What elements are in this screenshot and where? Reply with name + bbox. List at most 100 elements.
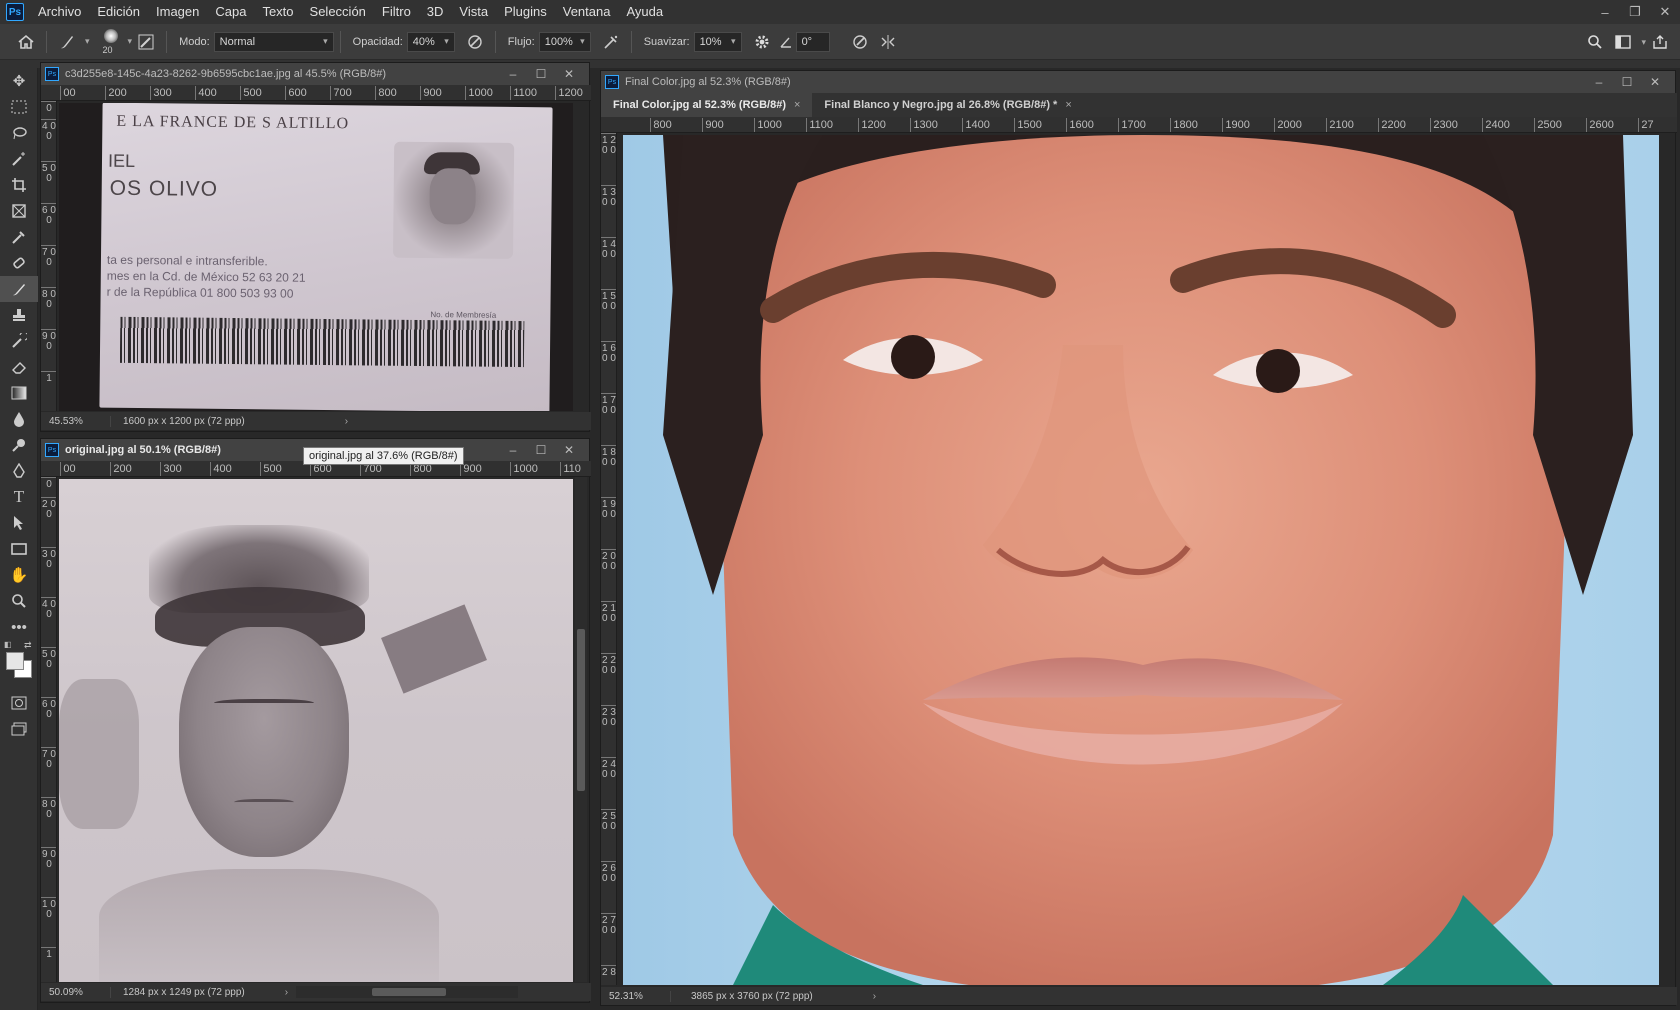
pressure-size-icon[interactable] (846, 28, 874, 56)
tab-final-bw[interactable]: Final Blanco y Negro.jpg al 26.8% (RGB/8… (812, 93, 1083, 117)
menu-imagen[interactable]: Imagen (148, 0, 207, 24)
path-selection-icon[interactable] (0, 510, 38, 536)
maximize-button[interactable]: ☐ (1613, 71, 1641, 93)
zoom-level[interactable]: 45.53% (41, 415, 111, 427)
minimize-button[interactable]: – (499, 63, 527, 85)
menu-seleccion[interactable]: Selección (302, 0, 374, 24)
scrollbar-thumb[interactable] (577, 629, 585, 791)
document-canvas[interactable] (623, 135, 1659, 985)
lasso-icon[interactable] (0, 120, 38, 146)
ruler-tick: 1400 (962, 118, 1014, 132)
ruler-tick: 27 (1638, 118, 1664, 132)
minimize-button[interactable]: – (1590, 0, 1620, 24)
menu-plugins[interactable]: Plugins (496, 0, 555, 24)
type-icon[interactable]: T (0, 484, 38, 510)
minimize-button[interactable]: – (1585, 71, 1613, 93)
menu-filtro[interactable]: Filtro (374, 0, 419, 24)
close-button[interactable]: ✕ (1641, 71, 1669, 93)
default-colors-icon[interactable]: ◧ (4, 640, 12, 649)
chevron-down-icon[interactable]: ▾ (85, 36, 90, 47)
tab-final-color[interactable]: Final Color.jpg al 52.3% (RGB/8#) × (601, 93, 813, 117)
home-icon[interactable] (12, 28, 40, 56)
swap-colors-icon[interactable]: ⇄ (24, 640, 32, 651)
menu-ventana[interactable]: Ventana (555, 0, 619, 24)
symmetry-icon[interactable] (874, 28, 902, 56)
separator (46, 30, 47, 53)
screen-mode-icon[interactable] (0, 716, 38, 742)
close-button[interactable]: ✕ (1650, 0, 1680, 24)
zoom-level[interactable]: 52.31% (601, 990, 671, 1002)
close-tab-icon[interactable]: × (794, 99, 800, 111)
tab-label: Final Blanco y Negro.jpg al 26.8% (RGB/8… (824, 99, 1058, 111)
clone-stamp-icon[interactable] (0, 302, 38, 328)
brush-icon[interactable] (53, 28, 81, 56)
restore-button[interactable]: ❐ (1620, 0, 1650, 24)
gradient-icon[interactable] (0, 380, 38, 406)
rectangle-icon[interactable] (0, 536, 38, 562)
more-icon[interactable]: ••• (0, 614, 38, 640)
ruler-tick: 2 7 0 0 (601, 913, 616, 965)
menu-edicion[interactable]: Edición (89, 0, 148, 24)
zoom-level[interactable]: 50.09% (41, 986, 111, 998)
ruler-tick: 7 0 0 (41, 245, 56, 287)
maximize-button[interactable]: ☐ (527, 439, 555, 461)
separator (630, 30, 632, 53)
healing-brush-icon[interactable] (0, 250, 38, 276)
close-tab-icon[interactable]: × (1065, 99, 1071, 111)
menu-vista[interactable]: Vista (451, 0, 496, 24)
ruler-tick: 400 (195, 86, 240, 100)
brush-settings-icon[interactable] (132, 28, 160, 56)
menu-capa[interactable]: Capa (207, 0, 254, 24)
document-title-bar[interactable]: Ps Final Color.jpg al 52.3% (RGB/8#) – ☐… (601, 71, 1675, 93)
foreground-color[interactable] (6, 652, 24, 670)
history-brush-icon[interactable] (0, 328, 38, 354)
crop-icon[interactable] (0, 172, 38, 198)
frame-icon[interactable] (0, 198, 38, 224)
chevron-right-icon[interactable]: › (873, 991, 876, 1002)
mode-select[interactable]: Normal ▾ (213, 31, 334, 52)
close-button[interactable]: ✕ (555, 439, 583, 461)
brush-tool-icon[interactable] (0, 276, 38, 302)
pressure-opacity-icon[interactable] (461, 28, 489, 56)
ruler-tick: 00 (60, 462, 110, 476)
eyedropper-icon[interactable] (0, 224, 38, 250)
zoom-icon[interactable] (0, 588, 38, 614)
blur-icon[interactable] (0, 406, 38, 432)
move-icon[interactable]: ✥ (0, 68, 38, 94)
maximize-button[interactable]: ☐ (527, 63, 555, 85)
chevron-right-icon[interactable]: › (285, 987, 288, 998)
menu-ayuda[interactable]: Ayuda (618, 0, 671, 24)
smoothing-input[interactable]: 10% ▾ (693, 31, 742, 52)
magic-wand-icon[interactable] (0, 146, 38, 172)
horizontal-scrollbar[interactable] (296, 986, 519, 998)
menu-archivo[interactable]: Archivo (30, 0, 89, 24)
scrollbar-thumb[interactable] (372, 988, 447, 996)
quick-mask-icon[interactable] (0, 690, 38, 716)
chevron-right-icon[interactable]: › (345, 416, 348, 427)
hand-icon[interactable]: ✋ (0, 562, 38, 588)
gear-icon[interactable] (748, 28, 776, 56)
marquee-icon[interactable] (0, 94, 38, 120)
document-canvas[interactable]: E LA FRANCE DE S ALTILLO IEL OS OLIVO ta… (59, 103, 573, 411)
share-icon[interactable] (1646, 28, 1674, 56)
document-title-bar[interactable]: Ps c3d255e8-145c-4a23-8262-9b6595cbc1ae.… (41, 63, 589, 85)
dodge-icon[interactable] (0, 432, 38, 458)
menu-texto[interactable]: Texto (254, 0, 301, 24)
color-swatches[interactable]: ◧ ⇄ (0, 640, 38, 690)
eraser-icon[interactable] (0, 354, 38, 380)
brush-preset-picker[interactable]: 20 (98, 27, 124, 57)
opacity-input[interactable]: 40% ▾ (406, 31, 455, 52)
flow-input[interactable]: 100% ▾ (538, 31, 591, 52)
pen-icon[interactable] (0, 458, 38, 484)
search-icon[interactable] (1581, 28, 1609, 56)
ruler-tick: 9 0 0 (41, 329, 56, 371)
menu-3d[interactable]: 3D (419, 0, 452, 24)
minimize-button[interactable]: – (499, 439, 527, 461)
angle-input[interactable]: 0° (795, 31, 830, 52)
vertical-scrollbar[interactable] (575, 477, 587, 982)
document-canvas[interactable] (59, 479, 573, 982)
airbrush-icon[interactable] (597, 28, 625, 56)
close-button[interactable]: ✕ (555, 63, 583, 85)
horizontal-ruler: 800 900 1000 1100 1200 1300 1400 1500 1600 1700 18… (601, 117, 1677, 133)
workspace-icon[interactable] (1609, 28, 1637, 56)
